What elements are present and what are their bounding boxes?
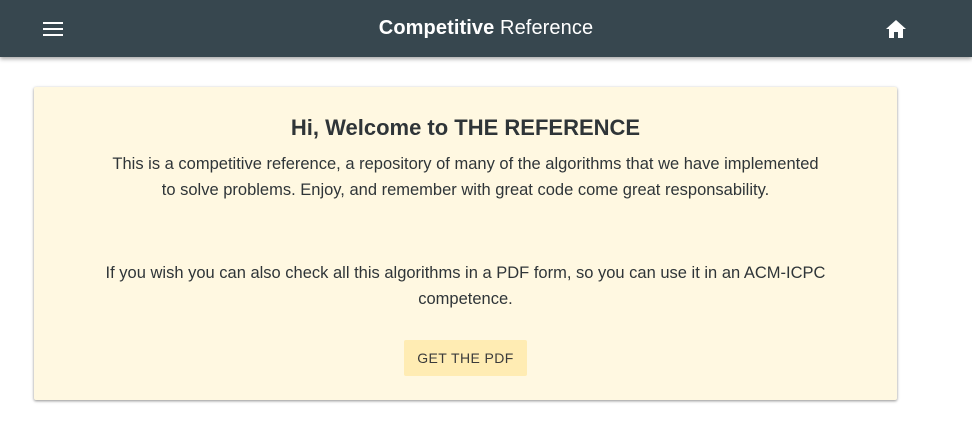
app-title: Competitive Reference: [379, 17, 593, 40]
app-title-light: Reference: [500, 17, 594, 39]
app-bar: Competitive Reference: [0, 0, 972, 57]
menu-button[interactable]: [33, 9, 73, 49]
pdf-info-paragraph: If you wish you can also check all this …: [105, 264, 826, 308]
hamburger-menu-icon: [43, 22, 63, 36]
welcome-card: Hi, Welcome to THE REFERENCE This is a c…: [34, 87, 897, 400]
home-icon: [886, 20, 906, 38]
welcome-title: Hi, Welcome to THE REFERENCE: [290, 115, 641, 140]
app-title-bold: Competitive: [378, 17, 495, 39]
get-pdf-button[interactable]: GET THE PDF: [404, 340, 527, 376]
intro-paragraph: This is a competitive reference, a repos…: [112, 155, 819, 199]
home-button[interactable]: [876, 9, 916, 49]
